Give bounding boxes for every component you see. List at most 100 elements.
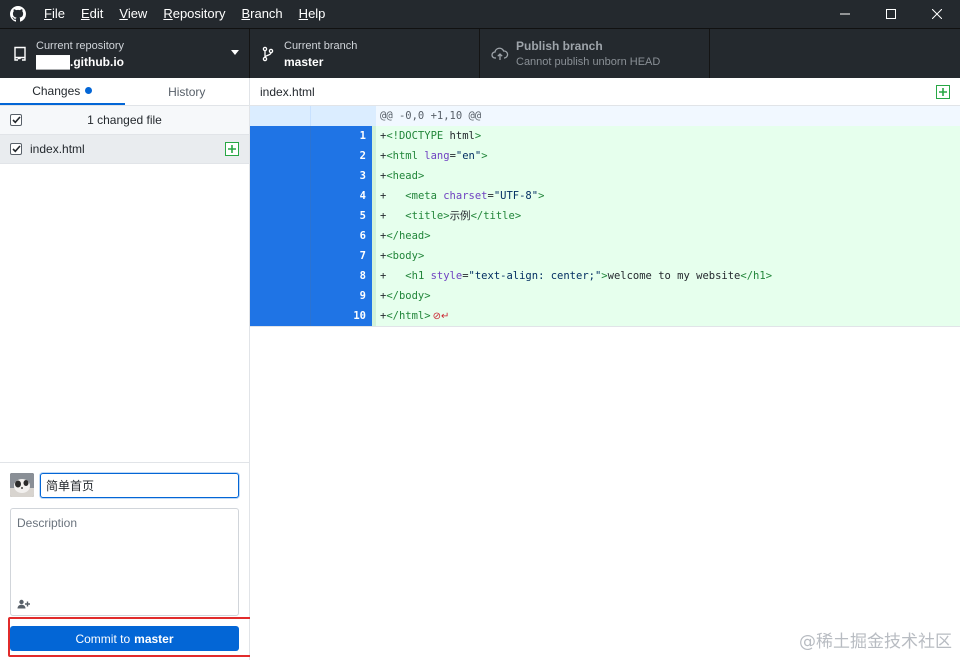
file-name: index.html bbox=[30, 142, 85, 156]
menu-label: dit bbox=[89, 6, 104, 21]
line-number: 6 bbox=[311, 226, 372, 246]
diff-file-name: index.html bbox=[260, 84, 315, 99]
line-number: 10 bbox=[311, 306, 372, 326]
menu-accelerator: R bbox=[163, 6, 173, 21]
menu-label: ile bbox=[51, 6, 65, 21]
line-code: + <meta charset="UTF-8"> bbox=[376, 186, 960, 206]
cloud-upload-icon bbox=[490, 44, 510, 64]
diff-hunk-header: @@ -0,0 +1,10 @@ bbox=[250, 106, 960, 126]
line-number: 1 bbox=[311, 126, 372, 146]
file-added-icon bbox=[936, 85, 950, 99]
diff-header: index.html bbox=[250, 78, 960, 106]
tab-changes-label: Changes bbox=[32, 83, 81, 98]
add-coauthor-icon[interactable] bbox=[15, 597, 31, 611]
commit-button[interactable]: Commit to master bbox=[10, 626, 239, 651]
window-controls bbox=[822, 0, 960, 28]
menu-item-help[interactable]: Help bbox=[291, 0, 334, 28]
diff-line[interactable]: 4 + <meta charset="UTF-8"> bbox=[250, 186, 960, 206]
diff-line[interactable]: 8 + <h1 style="text-align: center;">welco… bbox=[250, 266, 960, 286]
diff-line[interactable]: 1 +<!DOCTYPE html> bbox=[250, 126, 960, 146]
select-all-checkbox[interactable] bbox=[10, 114, 22, 126]
tab-changes[interactable]: Changes bbox=[0, 78, 125, 105]
menu-accelerator: V bbox=[119, 6, 128, 21]
line-number: 3 bbox=[311, 166, 372, 186]
no-newline-icon: ⊘↵ bbox=[432, 311, 450, 322]
line-code: +</html> ⊘↵ bbox=[376, 306, 960, 326]
menu-accelerator: E bbox=[80, 6, 90, 21]
file-added-icon bbox=[225, 142, 239, 156]
publish-branch-button[interactable]: Publish branch Cannot publish unborn HEA… bbox=[480, 29, 710, 79]
line-code: +</head> bbox=[376, 226, 960, 246]
menu-label: ranch bbox=[250, 6, 283, 21]
repository-icon bbox=[10, 44, 30, 64]
commit-description-input[interactable] bbox=[11, 509, 238, 593]
line-number: 9 bbox=[311, 286, 372, 306]
menu-item-view[interactable]: View bbox=[111, 0, 155, 28]
line-number: 2 bbox=[311, 146, 372, 166]
branch-icon bbox=[258, 44, 278, 64]
menu-label: iew bbox=[127, 6, 148, 21]
watermark: @稀土掘金技术社区 bbox=[799, 632, 952, 652]
diff-line[interactable]: 3 +<head> bbox=[250, 166, 960, 186]
line-number: 8 bbox=[311, 266, 372, 286]
changed-files-count: 1 changed file bbox=[87, 113, 162, 127]
file-checkbox[interactable] bbox=[10, 143, 22, 155]
chevron-down-icon bbox=[231, 50, 239, 55]
line-number: 5 bbox=[311, 206, 372, 226]
menu-item-file[interactable]: File bbox=[36, 0, 73, 28]
line-code: +<head> bbox=[376, 166, 960, 186]
diff-line[interactable]: 10 +</html> ⊘↵ bbox=[250, 306, 960, 326]
commit-button-prefix: Commit to bbox=[75, 631, 131, 646]
menu-bar: File Edit View Repository Branch Help bbox=[36, 0, 333, 28]
commit-description-box bbox=[10, 508, 239, 616]
diff-line[interactable]: 6 +</head> bbox=[250, 226, 960, 246]
line-number: 4 bbox=[311, 186, 372, 206]
close-window-button[interactable] bbox=[914, 0, 960, 28]
commit-form: Commit to master bbox=[0, 462, 262, 660]
line-code: +</body> bbox=[376, 286, 960, 306]
current-repository-dropdown[interactable]: Current repository ████.github.io bbox=[0, 29, 250, 79]
line-number: 7 bbox=[311, 246, 372, 266]
menu-item-branch[interactable]: Branch bbox=[233, 0, 290, 28]
menu-item-repository[interactable]: Repository bbox=[155, 0, 233, 28]
menu-accelerator: H bbox=[298, 6, 309, 21]
diff-line[interactable]: 9 +</body> bbox=[250, 286, 960, 306]
current-branch-dropdown[interactable]: Current branch master bbox=[250, 29, 480, 79]
menu-accelerator: F bbox=[44, 6, 52, 21]
line-code: +<body> bbox=[376, 246, 960, 266]
minimize-icon bbox=[840, 13, 850, 15]
diff-line[interactable]: 7 +<body> bbox=[250, 246, 960, 266]
line-code: +<html lang="en"> bbox=[376, 146, 960, 166]
branch-name: master bbox=[284, 54, 324, 69]
menu-accelerator: B bbox=[241, 6, 251, 21]
close-icon bbox=[932, 9, 942, 19]
menu-label: elp bbox=[308, 6, 326, 21]
changes-sidebar: Changes History 1 changed file index.htm… bbox=[0, 78, 262, 660]
check-icon bbox=[11, 116, 21, 124]
repository-name: ████.github.io bbox=[36, 54, 124, 69]
file-list-item[interactable]: index.html bbox=[0, 135, 249, 164]
avatar bbox=[10, 473, 34, 497]
diff-body: @@ -0,0 +1,10 @@ 1 +<!DOCTYPE html> 2 +<htm… bbox=[250, 106, 960, 326]
publish-label: Publish branch bbox=[516, 38, 603, 53]
tab-history-label: History bbox=[168, 84, 206, 99]
line-code: + <title>示例</title> bbox=[376, 206, 960, 226]
changes-indicator-dot bbox=[85, 87, 93, 94]
changed-files-header: 1 changed file bbox=[0, 106, 249, 135]
github-logo-icon bbox=[0, 0, 36, 28]
commit-summary-input[interactable] bbox=[40, 473, 239, 498]
diff-line[interactable]: 2 +<html lang="en"> bbox=[250, 146, 960, 166]
maximize-button[interactable] bbox=[868, 0, 914, 28]
line-code: +<!DOCTYPE html> bbox=[376, 126, 960, 146]
menu-item-edit[interactable]: Edit bbox=[73, 0, 111, 28]
line-code: + <h1 style="text-align: center;">welcom… bbox=[376, 266, 960, 286]
diff-viewer: index.html @@ -0,0 +1,10 @@ 1 +<!DOCTYPE … bbox=[250, 78, 960, 660]
repository-label: Current repository bbox=[36, 39, 125, 52]
minimize-button[interactable] bbox=[822, 0, 868, 28]
menu-label: epository bbox=[172, 6, 226, 21]
diff-divider bbox=[250, 326, 960, 327]
toolbar: Current repository ████.github.io Curren… bbox=[0, 28, 960, 79]
tab-history[interactable]: History bbox=[125, 78, 250, 105]
diff-line[interactable]: 5 + <title>示例</title> bbox=[250, 206, 960, 226]
maximize-icon bbox=[886, 9, 896, 19]
